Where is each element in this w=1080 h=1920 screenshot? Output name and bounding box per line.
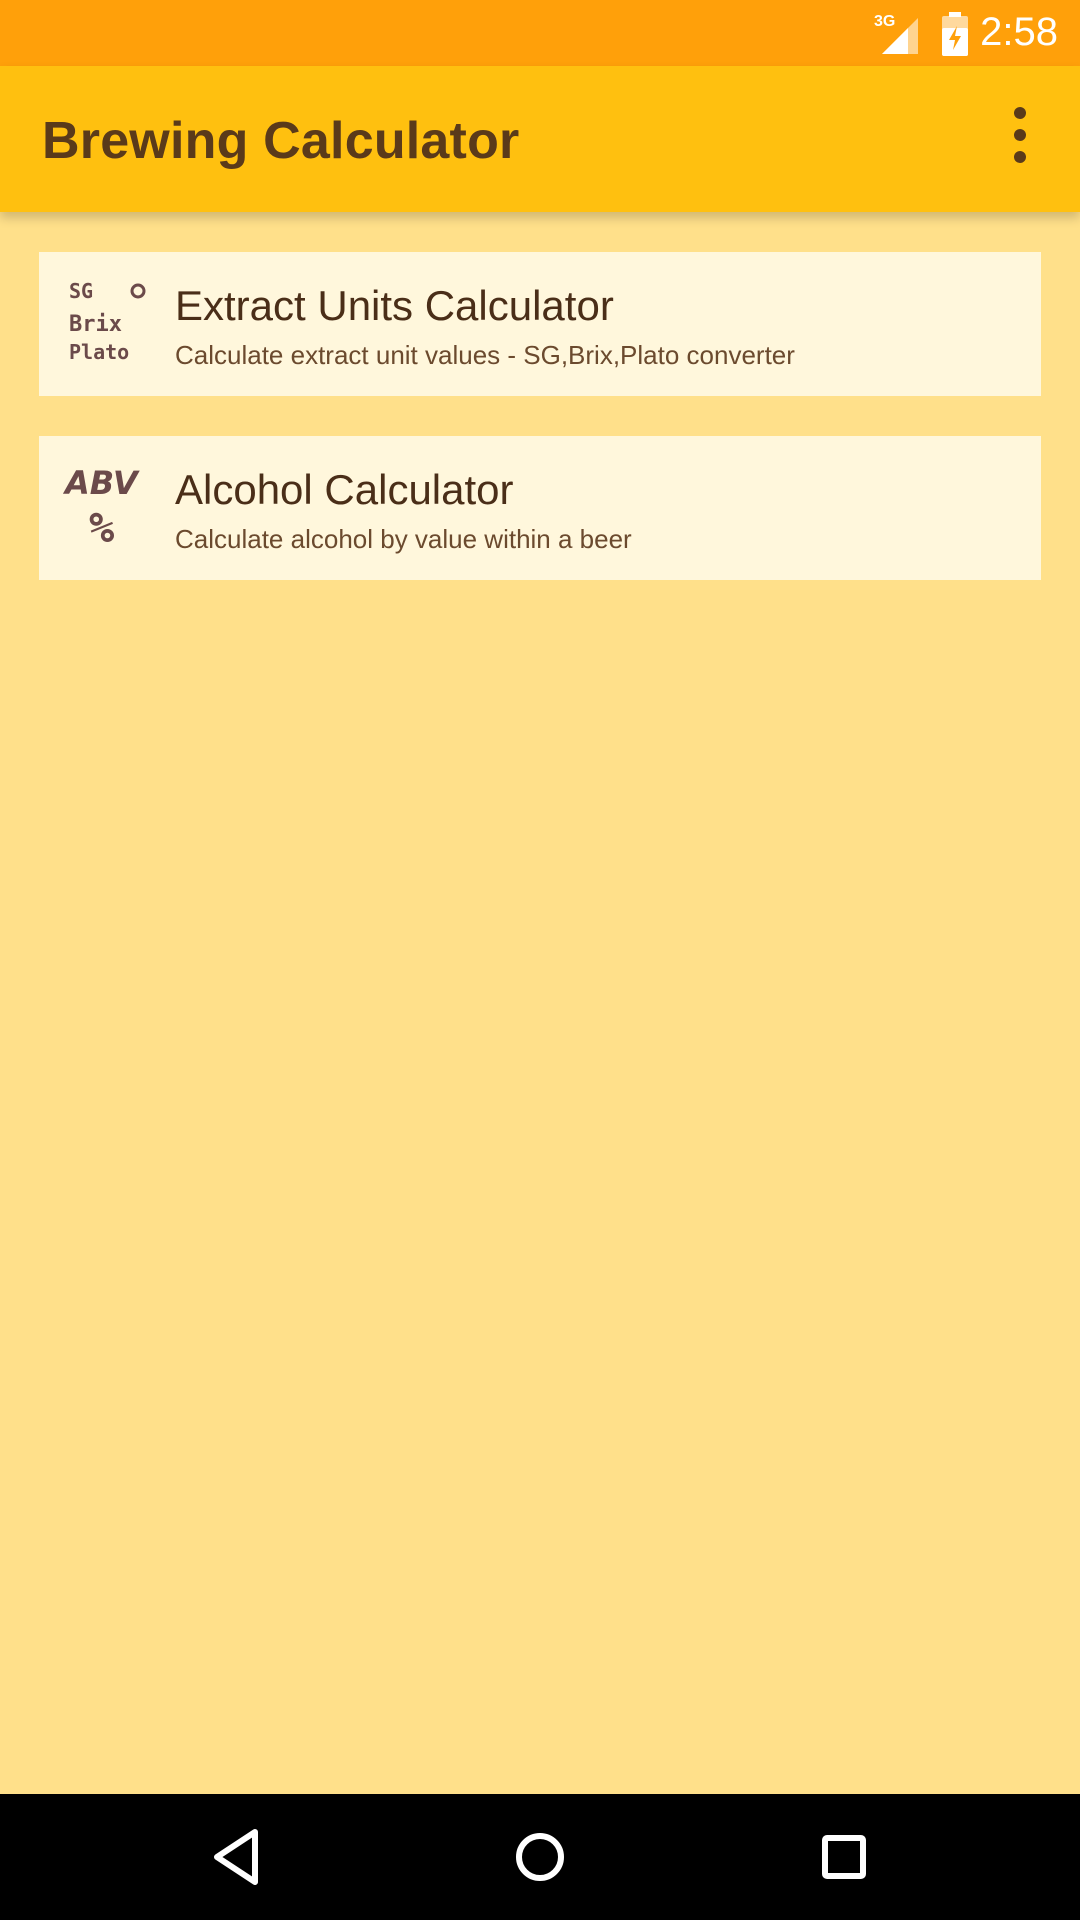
app-bar: Brewing Calculator [0, 66, 1080, 212]
app-title: Brewing Calculator [42, 112, 520, 170]
item-title: Alcohol Calculator [175, 466, 514, 513]
back-triangle-icon[interactable] [203, 1822, 273, 1892]
home-circle-icon[interactable] [505, 1822, 575, 1892]
signal-3g-icon: 3G [874, 13, 918, 54]
navigation-bar [0, 1794, 1080, 1920]
svg-text:Brix: Brix [69, 312, 122, 337]
svg-text:Plato: Plato [69, 340, 129, 364]
battery-charging-icon [942, 12, 968, 56]
item-subtitle: Calculate extract unit values - SG,Brix,… [175, 340, 795, 370]
more-vert-icon[interactable] [978, 93, 1062, 177]
item-title: Extract Units Calculator [175, 282, 614, 329]
svg-text:3G: 3G [874, 13, 895, 30]
extract-units-icon: SG Brix Plato [69, 280, 146, 364]
item-subtitle: Calculate alcohol by value within a beer [175, 524, 632, 554]
abv-percent-icon: ABV % [63, 464, 140, 552]
svg-text:ABV: ABV [63, 464, 140, 502]
extract-units-calculator-item[interactable]: SG Brix Plato Extract Units Calculator C… [39, 252, 1041, 396]
status-time: 2:58 [980, 10, 1058, 54]
recent-square-icon[interactable] [809, 1822, 879, 1892]
svg-text:%: % [89, 503, 114, 552]
svg-text:SG: SG [69, 280, 93, 303]
status-bar: 3G 2:58 [0, 0, 1080, 66]
alcohol-calculator-item[interactable]: ABV % Alcohol Calculator Calculate alcoh… [39, 436, 1041, 580]
